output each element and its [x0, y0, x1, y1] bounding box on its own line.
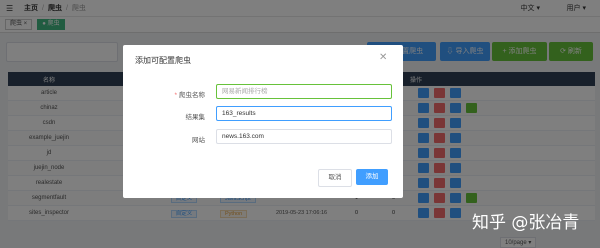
cancel-button[interactable]: 取消: [318, 169, 352, 187]
site-label: 网站: [192, 137, 205, 144]
add-spider-dialog: 添加可配置爬虫 ✕ *爬虫名称 结果集 网站 取消 添加: [123, 45, 403, 198]
add-button[interactable]: 添加: [356, 169, 388, 185]
close-icon[interactable]: ✕: [379, 52, 387, 63]
site-input[interactable]: [216, 129, 392, 144]
dialog-title: 添加可配置爬虫: [135, 56, 191, 65]
collection-input[interactable]: [216, 106, 392, 121]
watermark: 知乎 @张冶青: [472, 213, 580, 233]
spider-name-input[interactable]: [216, 84, 392, 99]
collection-label: 结果集: [185, 114, 206, 121]
name-label: * 爬虫名称: [174, 92, 205, 99]
